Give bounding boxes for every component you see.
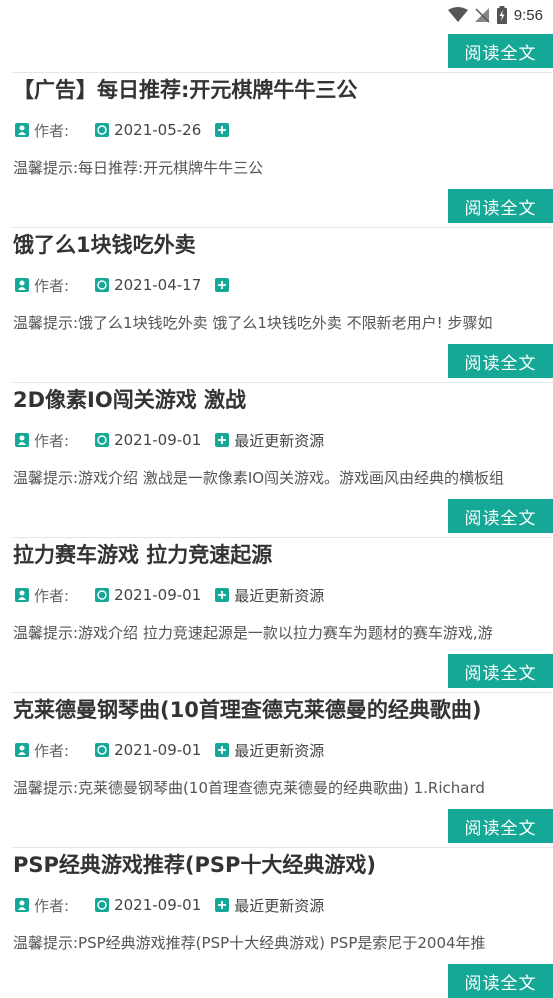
article-tag: 最近更新资源: [215, 585, 324, 606]
article-tag: 最近更新资源: [215, 430, 324, 451]
article-date: 2021-09-01: [95, 431, 201, 449]
read-more-button[interactable]: 阅读全文: [448, 34, 553, 68]
author-label: 作者:: [34, 741, 70, 760]
article-date-text: 2021-09-01: [114, 431, 202, 449]
divider: [12, 72, 553, 73]
article-date: 2021-09-01: [95, 741, 201, 759]
article-meta: 作者: 2021-09-01 最近更新资源: [15, 430, 553, 450]
plus-icon: [215, 898, 230, 912]
article-tag-text: 最近更新资源: [234, 896, 325, 915]
author-label: 作者:: [34, 121, 70, 140]
user-icon: [15, 433, 29, 447]
plus-icon: [215, 588, 230, 602]
status-icons: 9:56: [447, 6, 543, 24]
author-label: 作者:: [34, 276, 70, 295]
article-date-text: 2021-04-17: [114, 276, 202, 294]
article-title[interactable]: 克莱德曼钢琴曲(10首理查德克莱德曼的经典歌曲): [13, 694, 553, 724]
divider: [12, 692, 553, 693]
read-more-button[interactable]: 阅读全文: [448, 499, 553, 533]
article-title[interactable]: 【广告】每日推荐:开元棋牌牛牛三公: [13, 74, 553, 104]
read-more-button[interactable]: 阅读全文: [448, 344, 553, 378]
clock-icon: [95, 743, 110, 757]
article-title[interactable]: PSP经典游戏推荐(PSP十大经典游戏): [13, 849, 553, 879]
article-tag-text: 最近更新资源: [234, 431, 325, 450]
author-label: 作者:: [34, 896, 70, 915]
article-meta: 作者: 2021-09-01 最近更新资源: [15, 895, 553, 915]
article-date-text: 2021-09-01: [114, 586, 202, 604]
clock-icon: [95, 898, 110, 912]
article-title[interactable]: 拉力赛车游戏 拉力竞速起源: [13, 539, 553, 569]
article-meta: 作者: 2021-04-17: [15, 275, 553, 295]
article-date: 2021-09-01: [95, 586, 201, 604]
divider: [12, 227, 553, 228]
article-date-text: 2021-05-26: [114, 121, 202, 139]
wifi-icon: [447, 7, 468, 22]
article-tag: [215, 123, 234, 137]
clock-icon: [95, 588, 110, 602]
article-excerpt: 温馨提示:游戏介绍 激战是一款像素IO闯关游戏。游戏画风由经典的横板组: [13, 469, 505, 487]
article-meta: 作者: 2021-09-01 最近更新资源: [15, 585, 553, 605]
read-more-button[interactable]: 阅读全文: [448, 964, 553, 998]
read-more-button[interactable]: 阅读全文: [448, 189, 553, 223]
clock-icon: [95, 278, 110, 292]
article-excerpt: 温馨提示:游戏介绍 拉力竞速起源是一款以拉力赛车为题材的赛车游戏,游: [13, 624, 493, 642]
read-more-button[interactable]: 阅读全文: [448, 654, 553, 688]
article-tag: 最近更新资源: [215, 895, 324, 916]
article-excerpt: 温馨提示:PSP经典游戏推荐(PSP十大经典游戏) PSP是索尼于2004年推: [13, 934, 486, 952]
divider: [12, 382, 553, 383]
status-bar: 9:56: [0, 0, 553, 30]
user-icon: [15, 588, 29, 602]
article-tag: 最近更新资源: [215, 740, 324, 761]
user-icon: [15, 898, 29, 912]
divider: [12, 537, 553, 538]
clock-icon: [95, 123, 110, 137]
article-meta: 作者: 2021-09-01 最近更新资源: [15, 740, 553, 760]
article-date: 2021-05-26: [95, 121, 201, 139]
plus-icon: [215, 743, 230, 757]
article-date-text: 2021-09-01: [114, 896, 202, 914]
article-tag-text: 最近更新资源: [234, 586, 325, 605]
article-tag: [215, 278, 234, 292]
article-excerpt: 温馨提示:饿了么1块钱吃外卖 饿了么1块钱吃外卖 不限新老用户! 步骤如: [13, 314, 493, 332]
author-label: 作者:: [34, 586, 70, 605]
article-title[interactable]: 饿了么1块钱吃外卖: [13, 229, 553, 259]
article-excerpt: 温馨提示:每日推荐:开元棋牌牛牛三公: [13, 159, 264, 177]
user-icon: [15, 278, 29, 292]
user-icon: [15, 743, 29, 757]
plus-icon: [215, 278, 230, 292]
article-date: 2021-04-17: [95, 276, 201, 294]
author-label: 作者:: [34, 431, 70, 450]
article-excerpt: 温馨提示:克莱德曼钢琴曲(10首理查德克莱德曼的经典歌曲) 1.Richard: [13, 779, 485, 797]
clock-icon: [95, 433, 110, 447]
article-date-text: 2021-09-01: [114, 741, 202, 759]
article-date: 2021-09-01: [95, 896, 201, 914]
status-time: 9:56: [513, 6, 543, 24]
divider: [12, 847, 553, 848]
read-more-button[interactable]: 阅读全文: [448, 809, 553, 843]
battery-icon: [496, 6, 507, 24]
plus-icon: [215, 433, 230, 447]
plus-icon: [215, 123, 230, 137]
article-meta: 作者: 2021-05-26: [15, 120, 553, 140]
article-title[interactable]: 2D像素IO闯关游戏 激战: [13, 384, 553, 414]
user-icon: [15, 123, 29, 137]
article-tag-text: 最近更新资源: [234, 741, 325, 760]
no-signal-icon: [474, 8, 490, 23]
